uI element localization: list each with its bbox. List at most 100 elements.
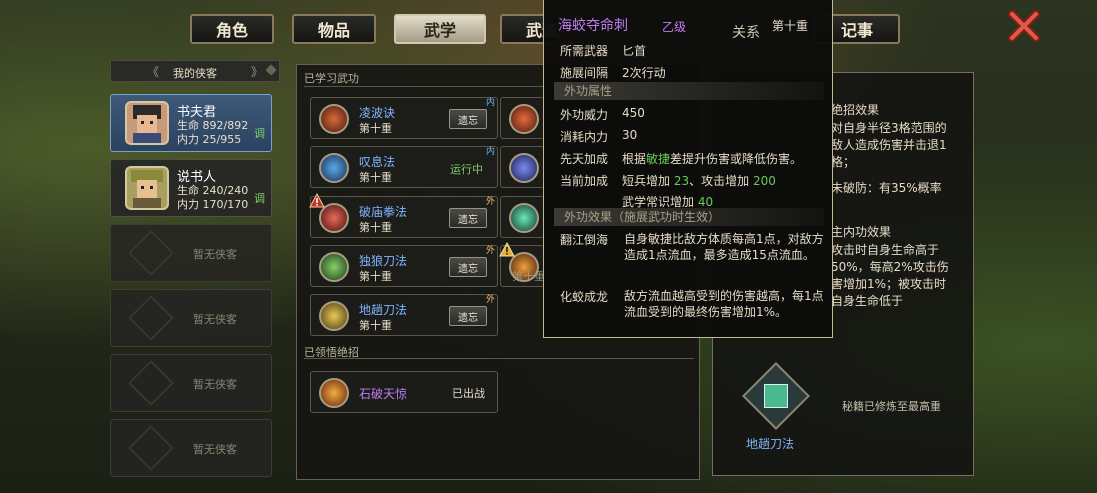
forget-button[interactable]: 遗忘 <box>449 208 487 228</box>
tab-relation[interactable]: 关系 <box>732 22 760 42</box>
skill-fire-icon <box>509 104 539 134</box>
inner-effect-desc: 攻击时自身生命高于50%，每高2%攻击伤害增加1%；被攻击时自身生命低于 <box>831 243 949 308</box>
empty-hero-slot[interactable]: 暂无侠客 <box>110 354 272 412</box>
diamond-icon <box>265 64 277 76</box>
skill-wolf-blade-icon <box>319 252 349 282</box>
tab-items[interactable]: 物品 <box>292 14 376 44</box>
skill-item-partial[interactable] <box>500 97 544 139</box>
skill-name: 凌波诀 <box>359 106 396 120</box>
skill-level: 第十重 <box>359 122 392 135</box>
interval-label: 施展间隔 <box>560 66 609 80</box>
partial-skill-level: 第十重 <box>512 270 545 283</box>
tune-button[interactable]: 调 <box>254 190 265 206</box>
ultimate-skill-item[interactable]: 石破天惊 已出战 <box>310 371 498 413</box>
book-name: 地趟刀法 <box>746 437 795 451</box>
weapon-value: 匕首 <box>622 44 647 58</box>
bonus-attr: 敏捷 <box>646 152 671 166</box>
skill-item[interactable]: 叹息法 第十重 运行中 内 <box>310 146 498 188</box>
chevron-left-icon[interactable]: 《 <box>147 63 159 80</box>
warning-icon <box>309 193 325 208</box>
weapon-label: 所需武器 <box>560 44 609 58</box>
skill-burst-icon <box>319 378 349 408</box>
forget-button[interactable]: 遗忘 <box>449 109 487 129</box>
chevron-right-icon[interactable]: 》 <box>251 63 263 80</box>
hero-mp: 内力 25/955 <box>177 133 242 146</box>
power-label: 外功威力 <box>560 108 609 122</box>
outer-flag: 外 <box>485 197 495 207</box>
ult-effect-desc: 对自身半径3格范围的敌人造成伤害并击退1格； <box>831 121 947 169</box>
skill-level: 第十重 <box>359 319 392 332</box>
skill-name: 地趟刀法 <box>359 303 408 317</box>
skill-level: 第十重 <box>359 221 392 234</box>
learned-section-title: 已学习武功 <box>304 72 359 85</box>
skill-breath-icon <box>319 153 349 183</box>
inner-flag: 内 <box>485 98 495 108</box>
effect-1-desc: 自身敏捷比敌方体质每高1点，对敌方造成1点流血，最多造成15点流血。 <box>624 232 824 262</box>
forget-button[interactable]: 遗忘 <box>449 306 487 326</box>
current-bonus-1: 短兵增加 23、攻击增加 200 <box>622 174 776 188</box>
skill-item-partial[interactable] <box>500 146 544 188</box>
tab-martial-arts[interactable]: 武学 <box>394 14 486 44</box>
skill-name: 破庙拳法 <box>359 205 408 219</box>
empty-label: 暂无侠客 <box>193 443 237 456</box>
inner-flag: 内 <box>485 147 495 157</box>
inner-effect-title: 主内功效果 <box>831 225 892 239</box>
empty-label: 暂无侠客 <box>193 313 237 326</box>
empty-silhouette-icon <box>128 425 174 471</box>
ult-partial: 未破防：有35%概率 <box>831 181 942 195</box>
hero-card-2[interactable]: 说书人 生命 240/240 内力 170/170 调 <box>110 159 272 217</box>
tooltip-title: 海蛟夺命刺 <box>558 18 628 34</box>
skill-jade-icon <box>509 203 539 233</box>
hero-mp: 内力 170/170 <box>177 198 249 211</box>
effect-2-desc: 敌方流血越高受到的伤害越高，每1点流血受到的最终伤害增加1%。 <box>624 289 824 319</box>
power-value: 450 <box>622 106 645 120</box>
empty-silhouette-icon <box>128 360 174 406</box>
outer-flag: 外 <box>485 246 495 256</box>
sidebar-title: 我的侠客 <box>173 67 217 80</box>
close-button[interactable] <box>1004 10 1044 42</box>
skill-level: 第十重 <box>359 270 392 283</box>
running-status: 运行中 <box>450 163 483 176</box>
outer-flag: 外 <box>485 295 495 305</box>
tooltip-grade: 乙级 <box>662 20 687 34</box>
hero-card-1[interactable]: 书夫君 生命 892/892 内力 25/955 调 <box>110 94 272 152</box>
skill-item[interactable]: 破庙拳法 第十重 遗忘 外 <box>309 193 498 238</box>
skill-tooltip: 海蛟夺命刺 乙级 第十重 所需武器 匕首 施展间隔 2次行动 外功属性 外功威力… <box>543 0 833 338</box>
empty-hero-slot[interactable]: 暂无侠客 <box>110 419 272 477</box>
close-icon <box>1008 10 1040 42</box>
tooltip-rank: 第十重 <box>772 19 809 33</box>
effect-1-label: 翻江倒海 <box>560 233 609 247</box>
empty-label: 暂无侠客 <box>193 378 237 391</box>
skill-name: 独狼刀法 <box>359 254 408 268</box>
skill-item[interactable]: 凌波诀 第十重 遗忘 内 <box>310 97 498 139</box>
outer-attr-header: 外功属性 <box>554 82 824 100</box>
effect-header: 外功效果（施展武功时生效） <box>554 208 824 226</box>
effect-2-label: 化蛟成龙 <box>560 290 609 304</box>
warning-icon <box>499 242 515 257</box>
sidebar-header: 《 我的侠客 》 <box>110 60 280 82</box>
skill-item[interactable]: 独狼刀法 第十重 遗忘 外 <box>310 245 498 287</box>
avatar <box>125 166 169 210</box>
empty-silhouette-icon <box>128 230 174 276</box>
skill-wave-icon <box>319 104 349 134</box>
skill-item[interactable]: 地趟刀法 第十重 遗忘 外 <box>310 294 498 336</box>
empty-silhouette-icon <box>128 295 174 341</box>
bonus-desc: 根据敏捷差提升伤害或降低伤害。 <box>622 152 803 166</box>
current-label: 当前加成 <box>560 174 609 188</box>
empty-hero-slot[interactable]: 暂无侠客 <box>110 224 272 282</box>
bonus-label: 先天加成 <box>560 152 609 166</box>
tab-character[interactable]: 角色 <box>190 14 274 44</box>
divider <box>304 358 694 359</box>
skill-level: 第十重 <box>359 171 392 184</box>
empty-label: 暂无侠客 <box>193 248 237 261</box>
avatar <box>125 101 169 145</box>
book-status: 秘籍已修炼至最高重 <box>842 400 941 413</box>
forget-button[interactable]: 遗忘 <box>449 257 487 277</box>
skill-blade-icon <box>319 301 349 331</box>
skill-item-partial[interactable] <box>500 196 544 238</box>
cost-value: 30 <box>622 128 638 142</box>
skill-blue-icon <box>509 153 539 183</box>
tune-button[interactable]: 调 <box>254 125 265 141</box>
ultimate-status: 已出战 <box>452 387 485 400</box>
empty-hero-slot[interactable]: 暂无侠客 <box>110 289 272 347</box>
